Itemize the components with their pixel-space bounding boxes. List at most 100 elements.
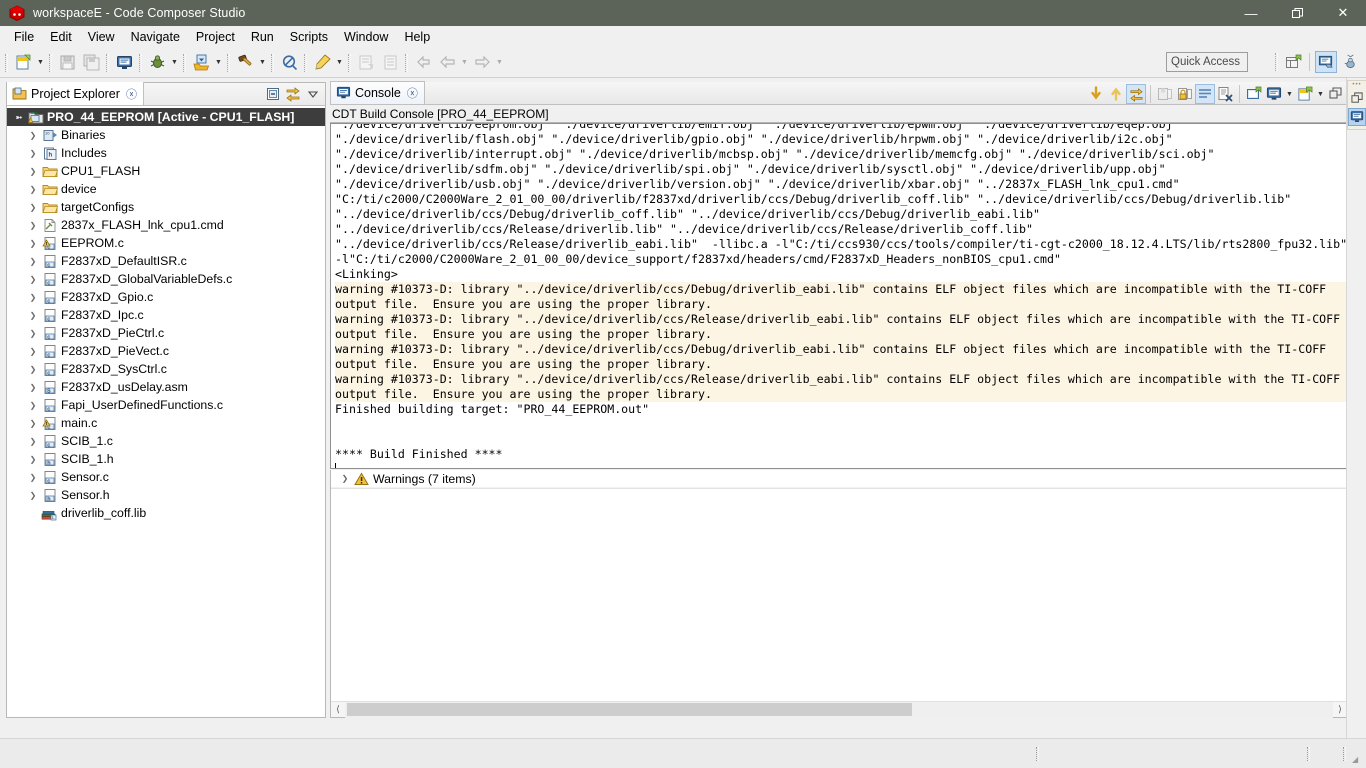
chevron-right-icon[interactable]: ❯ <box>25 324 41 342</box>
menu-run[interactable]: Run <box>243 27 282 47</box>
tree-item-sensor-c[interactable]: ❯ c Sensor.c <box>7 468 325 486</box>
pin-console-button[interactable] <box>1126 84 1146 104</box>
restore-panel-icon[interactable] <box>1326 84 1346 104</box>
marker-pen-icon[interactable] <box>311 52 333 74</box>
chevron-right-icon[interactable]: ❯ <box>25 378 41 396</box>
tree-item-f2837xd-ipc-c[interactable]: ❯ c F2837xD_Ipc.c <box>7 306 325 324</box>
collapse-all-icon[interactable] <box>263 84 283 104</box>
scroll-left-arrow[interactable]: ⟨ <box>331 702 345 718</box>
menu-navigate[interactable]: Navigate <box>123 27 188 47</box>
new-file-icon[interactable] <box>12 52 34 74</box>
project-tree[interactable]: ➳ ccs PRO_44_EEPROM [Active - CPU1_FLASH] ❯… <box>7 106 325 717</box>
problem-row[interactable]: ❯ Warnings (7 items) <box>331 470 1347 488</box>
marker-dropdown-arrow[interactable]: ▼ <box>334 52 345 74</box>
restore-button[interactable] <box>1274 0 1320 26</box>
chevron-right-icon[interactable]: ❯ <box>25 468 41 486</box>
word-wrap-icon[interactable] <box>1195 84 1215 104</box>
close-icon[interactable]: ⓧ <box>126 86 137 102</box>
chevron-right-icon[interactable]: ❯ <box>25 450 41 468</box>
tree-item-pro-44-eeprom-active-cpu1-flash[interactable]: ➳ ccs PRO_44_EEPROM [Active - CPU1_FLASH] <box>7 108 325 126</box>
scroll-track[interactable] <box>345 701 1333 718</box>
chevron-down-icon[interactable]: ➳ <box>11 108 27 126</box>
tree-item-f2837xd-gpio-c[interactable]: ❯ c F2837xD_Gpio.c <box>7 288 325 306</box>
minimize-button[interactable]: — <box>1228 0 1274 26</box>
close-button[interactable]: ✕ <box>1320 0 1366 26</box>
tree-item-driverlib-coff-lib[interactable]: Ldriverlib_coff.lib <box>7 504 325 522</box>
menu-file[interactable]: File <box>6 27 42 47</box>
save-all-icon[interactable] <box>80 52 102 74</box>
up-arrow-icon[interactable] <box>1106 84 1126 104</box>
tree-item-targetconfigs[interactable]: ❯ targetConfigs <box>7 198 325 216</box>
show-console-icon[interactable] <box>1244 84 1264 104</box>
chevron-right-icon[interactable]: ❯ <box>25 432 41 450</box>
tree-item-f2837xd-sysctrl-c[interactable]: ❯ c F2837xD_SysCtrl.c <box>7 360 325 378</box>
hammer-icon[interactable] <box>234 52 256 74</box>
chevron-right-icon[interactable]: ❯ <box>25 288 41 306</box>
chevron-right-icon[interactable]: ❯ <box>25 162 41 180</box>
new-file-dropdown-arrow[interactable]: ▼ <box>35 52 46 74</box>
ccs-debug-perspective-icon[interactable] <box>1339 51 1361 73</box>
import-icon[interactable] <box>190 52 212 74</box>
tree-item-f2837xd-defaultisr-c[interactable]: ❯ c F2837xD_DefaultISR.c <box>7 252 325 270</box>
chevron-right-icon[interactable]: ❯ <box>25 414 41 432</box>
chevron-right-icon[interactable]: ❯ <box>25 198 41 216</box>
console-output[interactable]: "./device/driverlib/eeprom.obj" "./devic… <box>330 123 1366 469</box>
tree-item-includes[interactable]: ❯ h Includes <box>7 144 325 162</box>
tree-item-scib-1-c[interactable]: ❯ c SCIB_1.c <box>7 432 325 450</box>
chevron-right-icon[interactable]: ❯ <box>25 342 41 360</box>
chevron-right-icon[interactable]: ❯ <box>25 216 41 234</box>
chevron-right-icon[interactable]: ❯ <box>25 234 41 252</box>
console-monitor-icon[interactable] <box>113 52 135 74</box>
build-dropdown-arrow[interactable]: ▼ <box>257 52 268 74</box>
tree-item-main-c[interactable]: ❯ c! main.c <box>7 414 325 432</box>
display-console-icon[interactable] <box>1264 84 1284 104</box>
tree-item-sensor-h[interactable]: ❯ h Sensor.h <box>7 486 325 504</box>
tab-console[interactable]: Console ⓧ <box>330 81 425 104</box>
menu-help[interactable]: Help <box>396 27 438 47</box>
menu-window[interactable]: Window <box>336 27 396 47</box>
tree-item-cpu1-flash[interactable]: ❯ CPU1_FLASH <box>7 162 325 180</box>
chevron-right-icon[interactable]: ❯ <box>25 126 41 144</box>
save-icon[interactable] <box>56 52 78 74</box>
menu-view[interactable]: View <box>80 27 123 47</box>
tree-item-f2837xd-globalvariabledefs-c[interactable]: ❯ c F2837xD_GlobalVariableDefs.c <box>7 270 325 288</box>
restore-panel-icon[interactable] <box>1348 89 1366 107</box>
menu-project[interactable]: Project <box>188 27 243 47</box>
tree-item-scib-1-h[interactable]: ❯ h SCIB_1.h <box>7 450 325 468</box>
fastview-console-icon[interactable] <box>1348 108 1366 126</box>
chevron-right-icon[interactable]: ❯ <box>25 486 41 504</box>
tree-item-f2837xd-usdelay-asm[interactable]: ❯ S F2837xD_usDelay.asm <box>7 378 325 396</box>
chevron-right-icon[interactable]: ❯ <box>25 144 41 162</box>
close-icon[interactable]: ⓧ <box>407 85 418 101</box>
open-perspective-icon[interactable] <box>1282 51 1304 73</box>
ccs-edit-perspective-icon[interactable] <box>1315 51 1337 73</box>
tab-project-explorer[interactable]: Project Explorer ⓧ <box>7 82 144 105</box>
clear-console-icon[interactable] <box>1215 84 1235 104</box>
quick-access-input[interactable]: Quick Access <box>1166 52 1248 72</box>
new-console-icon[interactable] <box>1295 84 1315 104</box>
display-console-dropdown-arrow[interactable]: ▼ <box>1284 83 1295 105</box>
new-console-dropdown-arrow[interactable]: ▼ <box>1315 83 1326 105</box>
tree-item-f2837xd-piectrl-c[interactable]: ❯ c F2837xD_PieCtrl.c <box>7 324 325 342</box>
chevron-right-icon[interactable]: ❯ <box>337 470 353 488</box>
tree-item-fapi-userdefinedfunctions-c[interactable]: ❯ c Fapi_UserDefinedFunctions.c <box>7 396 325 414</box>
debug-bug-icon[interactable] <box>146 52 168 74</box>
debug-dropdown-arrow[interactable]: ▼ <box>169 52 180 74</box>
chevron-right-icon[interactable]: ❯ <box>25 252 41 270</box>
chevron-right-icon[interactable]: ❯ <box>25 306 41 324</box>
problems-horizontal-scrollbar[interactable]: ⟨ ⟩ <box>331 701 1347 718</box>
prohibited-icon[interactable] <box>278 52 300 74</box>
tree-item-f2837xd-pievect-c[interactable]: ❯ c F2837xD_PieVect.c <box>7 342 325 360</box>
chevron-right-icon[interactable]: ❯ <box>25 270 41 288</box>
menu-edit[interactable]: Edit <box>42 27 80 47</box>
chevron-right-icon[interactable]: ❯ <box>25 396 41 414</box>
view-menu-chevron-icon[interactable] <box>303 84 323 104</box>
menu-scripts[interactable]: Scripts <box>282 27 336 47</box>
chevron-right-icon[interactable]: ❯ <box>25 180 41 198</box>
resize-handle[interactable]: ◢ <box>1352 755 1364 767</box>
lock-icon[interactable] <box>1175 84 1195 104</box>
scroll-right-arrow[interactable]: ⟩ <box>1333 702 1347 718</box>
tree-item-eeprom-c[interactable]: ❯ c! EEPROM.c <box>7 234 325 252</box>
chevron-right-icon[interactable]: ❯ <box>25 360 41 378</box>
tree-item-2837x-flash-lnk-cpu1-cmd[interactable]: ❯ 2837x_FLASH_lnk_cpu1.cmd <box>7 216 325 234</box>
